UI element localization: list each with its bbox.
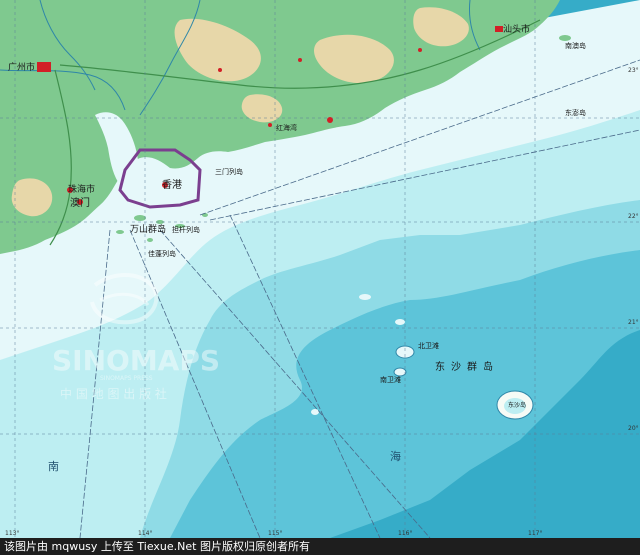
island xyxy=(559,35,571,41)
label-beiwei: 北卫滩 xyxy=(418,341,439,350)
watermark-brand: SINOMAPS xyxy=(52,344,220,377)
city-guangzhou-marker xyxy=(37,62,51,72)
label-dongsha-group: 东沙群岛 xyxy=(435,360,499,373)
lon-label: 116° xyxy=(398,530,412,537)
label-nanwei: 南卫滩 xyxy=(380,375,401,384)
lat-label: 21° xyxy=(628,319,639,326)
lon-label: 117° xyxy=(528,530,542,537)
label-dongpeng: 东澎岛 xyxy=(565,108,586,117)
label-jiapeng: 佳蓬列岛 xyxy=(148,249,176,258)
label-wanshan: 万山群岛 xyxy=(130,223,166,235)
lat-label: 23° xyxy=(628,67,639,74)
map-canvas: 广州市 珠海市 澳门 香港 汕头市 南澳岛 万山群岛 担杆列岛 佳蓬列岛 红海湾… xyxy=(0,0,640,538)
city-marker xyxy=(327,117,333,123)
label-guangzhou: 广州市 xyxy=(8,61,35,73)
label-zhuhai: 珠海市 xyxy=(68,183,95,195)
label-hong-kong: 香港 xyxy=(162,179,182,191)
label-nanao: 南澳岛 xyxy=(565,41,586,50)
city-marker xyxy=(418,48,422,52)
lon-label: 114° xyxy=(138,530,152,537)
lon-label: 115° xyxy=(268,530,282,537)
reef-small-3 xyxy=(311,409,319,415)
lat-label: 20° xyxy=(628,425,639,432)
watermark-sub: 中 国 地 图 出 版 社 xyxy=(60,386,167,401)
reef-small-1 xyxy=(359,294,371,300)
island xyxy=(134,215,146,221)
city-marker xyxy=(298,58,302,62)
footer-caption: 该图片由 mqwusy 上传至 Tiexue.Net 图片版权归原创者所有 xyxy=(0,538,640,555)
island xyxy=(116,230,124,234)
label-shantou: 汕头市 xyxy=(503,23,530,35)
city-shantou-marker xyxy=(495,26,503,32)
label-dongsha-island: 东沙岛 xyxy=(508,401,526,409)
label-honghai: 红海湾 xyxy=(276,123,297,132)
city-marker xyxy=(268,123,272,127)
label-dangan: 担杆列岛 xyxy=(172,225,200,234)
city-marker xyxy=(218,68,222,72)
island xyxy=(147,238,153,242)
label-macau: 澳门 xyxy=(70,196,90,209)
nanwei-shoal xyxy=(393,367,407,377)
lon-label: 113° xyxy=(5,530,19,537)
label-sea-nan: 南 xyxy=(48,460,59,473)
reef-small-2 xyxy=(395,319,405,325)
label-sanmen: 三门列岛 xyxy=(215,167,243,176)
watermark-press: SINOMAPS PRESS xyxy=(100,375,153,382)
lat-label: 22° xyxy=(628,213,639,220)
label-sea-hai: 海 xyxy=(390,449,401,463)
